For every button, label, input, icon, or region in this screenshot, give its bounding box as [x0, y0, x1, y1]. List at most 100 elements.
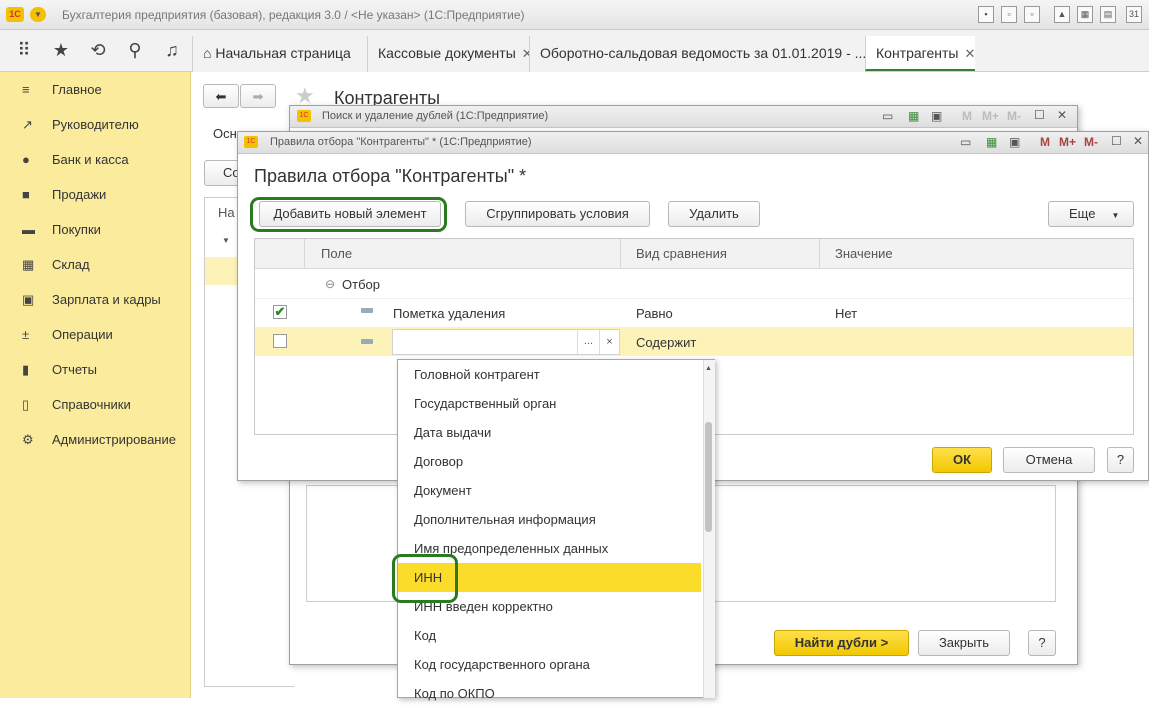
list-item[interactable]: Код государственного органа: [398, 650, 701, 679]
home-icon: ⌂: [203, 45, 212, 61]
rules-maximize-icon[interactable]: ☐: [1111, 134, 1122, 148]
list-item[interactable]: Договор: [398, 447, 701, 476]
save-icon[interactable]: ▪: [978, 6, 994, 23]
column-comparison[interactable]: Вид сравнения: [636, 246, 727, 261]
sidebar-item-operations[interactable]: ± Операции: [22, 327, 113, 347]
row-2-comparison[interactable]: Содержит: [636, 335, 696, 350]
rules-close-icon[interactable]: ✕: [1133, 134, 1143, 148]
list-item[interactable]: Документ: [398, 476, 701, 505]
help-button[interactable]: ?: [1107, 447, 1134, 473]
ok-button[interactable]: ОК: [932, 447, 992, 473]
dup-table-icon[interactable]: ▦: [908, 109, 919, 123]
sidebar-item-bank[interactable]: ● Банк и касса: [22, 152, 129, 172]
collapse-icon[interactable]: ⊖: [325, 277, 335, 291]
chevron-down-icon: ▼: [1111, 211, 1120, 220]
scroll-up-icon[interactable]: ▲: [705, 365, 712, 372]
tab-turnover-sheet[interactable]: Оборотно-сальдовая ведомость за 01.01.20…: [529, 36, 883, 72]
rules-table-icon[interactable]: ▦: [986, 135, 997, 149]
rules-memory-m-icon[interactable]: M: [1040, 135, 1050, 149]
dup-memory-m-icon[interactable]: M: [962, 109, 972, 123]
dup-memory-plus-icon[interactable]: M+: [982, 109, 999, 123]
cancel-button[interactable]: Отмена: [1003, 447, 1095, 473]
row-1-value[interactable]: Нет: [835, 306, 857, 321]
list-item[interactable]: Код: [398, 621, 701, 650]
tab-main-partial[interactable]: Осн: [213, 126, 237, 141]
row-1-field[interactable]: Пометка удаления: [393, 306, 505, 321]
list-item[interactable]: Дата выдачи: [398, 418, 701, 447]
sidebar-item-manager[interactable]: ↗ Руководителю: [22, 117, 139, 137]
sidebar-item-reports[interactable]: ▮ Отчеты: [22, 362, 97, 382]
inn-highlight: [392, 554, 458, 603]
column-field[interactable]: Поле: [321, 246, 352, 261]
cart-icon: ▬: [22, 222, 35, 237]
group-row-label[interactable]: Отбор: [342, 277, 380, 292]
sort-arrow-icon[interactable]: ▼: [222, 236, 230, 245]
print-icon[interactable]: ▫: [1001, 6, 1017, 23]
create-button-partial[interactable]: Со: [204, 160, 240, 186]
tab-counterparties[interactable]: Контрагенты ✕: [865, 36, 975, 71]
list-item[interactable]: Код по ОКПО: [398, 679, 701, 708]
field-type-icon: [361, 339, 373, 344]
row-checkbox-checked[interactable]: ✔: [273, 305, 287, 319]
upload-icon[interactable]: ▲: [1054, 6, 1070, 23]
close-button[interactable]: Закрыть: [918, 630, 1010, 656]
tab-cash-documents[interactable]: Кассовые документы ✕: [367, 36, 533, 72]
select-button[interactable]: ...: [577, 330, 599, 354]
add-button-highlight: [250, 197, 447, 232]
main-menu-chevron-icon[interactable]: ▼: [30, 7, 46, 22]
rules-print-icon[interactable]: ▭: [960, 135, 971, 149]
filter-rules-heading: Правила отбора "Контрагенты" *: [254, 166, 527, 186]
list-item[interactable]: Дополнительная информация: [398, 505, 701, 534]
dup-calendar-icon[interactable]: ▣: [931, 109, 942, 123]
trend-icon: ↗: [22, 117, 33, 132]
people-icon: ▣: [22, 292, 35, 307]
row-checkbox-unchecked[interactable]: [273, 334, 287, 348]
sidebar-item-catalogs[interactable]: ▯ Справочники: [22, 397, 131, 417]
sidebar-item-sales[interactable]: ■ Продажи: [22, 187, 106, 207]
rules-calendar-icon[interactable]: ▣: [1009, 135, 1020, 149]
table-icon[interactable]: ▦: [1077, 6, 1093, 23]
calendar-icon[interactable]: 31: [1126, 6, 1142, 23]
dup-maximize-icon[interactable]: ☐: [1034, 108, 1045, 122]
app-logo[interactable]: 1С: [6, 7, 24, 22]
row-1-comparison[interactable]: Равно: [636, 306, 673, 321]
sidebar-item-admin[interactable]: ⚙ Администрирование: [22, 432, 176, 452]
more-button[interactable]: Еще ▼: [1048, 201, 1134, 227]
list-column-header: На: [218, 205, 235, 220]
bag-icon: ■: [22, 187, 30, 202]
search-icon[interactable]: ⚲: [123, 40, 147, 61]
sidebar-item-salary[interactable]: ▣ Зарплата и кадры: [22, 292, 161, 312]
forward-button[interactable]: ➡: [240, 84, 276, 108]
duplicates-window-titlebar: Поиск и удаление дублей (1С:Предприятие): [290, 106, 1077, 128]
tab-home[interactable]: ⌂ Начальная страница: [192, 36, 367, 72]
header-divider: [620, 239, 621, 269]
bell-icon[interactable]: ♫: [160, 40, 184, 61]
list-item[interactable]: Головной контрагент: [398, 360, 701, 389]
close-icon[interactable]: ✕: [964, 46, 975, 61]
preview-icon[interactable]: ▫: [1024, 6, 1040, 23]
sidebar-item-warehouse[interactable]: ▦ Склад: [22, 257, 90, 277]
sidebar-item-main[interactable]: ≡ Главное: [22, 82, 102, 102]
scrollbar-thumb[interactable]: [705, 422, 712, 532]
duplicates-window-logo: 1С: [297, 110, 311, 122]
rules-memory-minus-icon[interactable]: M-: [1084, 135, 1098, 149]
group-conditions-button[interactable]: Сгруппировать условия: [465, 201, 650, 227]
column-value[interactable]: Значение: [835, 246, 893, 261]
calculator-icon[interactable]: ▤: [1100, 6, 1116, 23]
dup-close-icon[interactable]: ✕: [1057, 108, 1067, 122]
help-button[interactable]: ?: [1028, 630, 1056, 656]
delete-button[interactable]: Удалить: [668, 201, 760, 227]
dup-memory-minus-icon[interactable]: M-: [1007, 109, 1021, 123]
apps-grid-icon[interactable]: ⠿: [12, 40, 36, 61]
list-item[interactable]: Государственный орган: [398, 389, 701, 418]
filter-rules-logo: 1С: [244, 136, 258, 148]
find-duplicates-button[interactable]: Найти дубли >: [774, 630, 909, 656]
clear-button[interactable]: ×: [599, 330, 619, 354]
sidebar-item-purchases[interactable]: ▬ Покупки: [22, 222, 101, 242]
back-button[interactable]: ⬅: [203, 84, 239, 108]
history-icon[interactable]: ⟲: [86, 40, 110, 61]
rules-memory-plus-icon[interactable]: M+: [1059, 135, 1076, 149]
book-icon: ▯: [22, 397, 30, 412]
dup-print-icon[interactable]: ▭: [882, 109, 893, 123]
favorites-star-icon[interactable]: ★: [49, 40, 73, 61]
